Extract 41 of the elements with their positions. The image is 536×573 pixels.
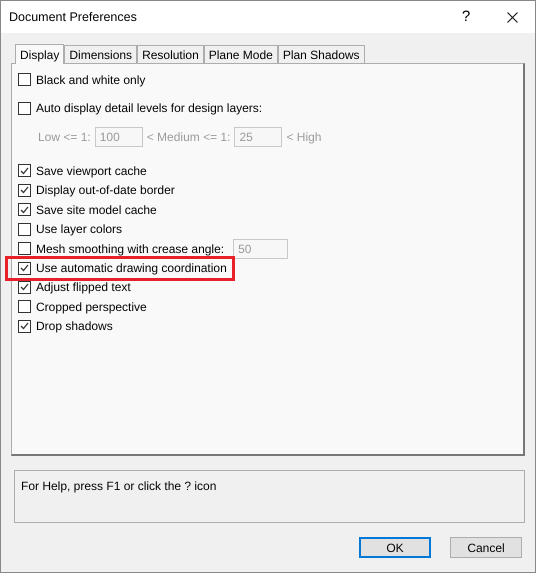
checkbox[interactable]	[18, 102, 31, 115]
checkbox[interactable]	[18, 184, 31, 197]
help-button[interactable]: ?	[443, 1, 489, 33]
checkbox-label: Black and white only	[36, 72, 146, 89]
window-title: Document Preferences	[8, 8, 138, 26]
checkbox[interactable]	[18, 262, 31, 274]
checkbox-label: Cropped perspective	[36, 298, 147, 316]
low-label: Low <= 1:	[38, 129, 91, 146]
checkbox-label: Save viewport cache	[36, 162, 147, 180]
high-label: < High	[286, 129, 322, 146]
medium-label: < Medium <= 1:	[146, 129, 230, 146]
checkmark-icon	[20, 186, 29, 194]
dialog-button[interactable]: OK	[359, 537, 431, 558]
checkbox-label: Use layer colors	[36, 221, 122, 238]
help-text: For Help, press F1 or click the ? icon	[21, 479, 216, 493]
checkbox-label: Auto display detail levels for design layers:	[36, 100, 262, 118]
checkbox[interactable]	[18, 222, 31, 236]
tab[interactable]: Plan Shadows	[278, 45, 365, 63]
checkmark-icon	[20, 283, 29, 292]
checkbox[interactable]	[18, 73, 31, 86]
dialog-button[interactable]: Cancel	[450, 537, 522, 558]
checkbox-label: Save site model cache	[36, 202, 157, 219]
checkbox[interactable]	[18, 280, 31, 294]
checkbox-label: Display out-of-date border	[36, 182, 175, 200]
tab[interactable]: Dimensions	[64, 45, 138, 63]
checkbox[interactable]	[18, 164, 31, 178]
checkbox[interactable]	[18, 300, 31, 314]
checkbox-label: Adjust flipped text	[36, 279, 131, 296]
checkbox-label: Drop shadows	[36, 318, 113, 336]
checkbox[interactable]	[18, 203, 31, 216]
checkbox-label: Mesh smoothing with crease angle:	[36, 240, 224, 258]
checkmark-icon	[20, 206, 29, 214]
checkmark-icon	[20, 322, 29, 330]
checkbox-label: Use automatic drawing coordination	[36, 260, 227, 277]
tab[interactable]: Plane Mode	[204, 45, 278, 63]
tab[interactable]: Resolution	[137, 45, 204, 63]
close-icon	[506, 12, 518, 22]
checkbox[interactable]	[18, 320, 31, 333]
checkmark-icon	[20, 264, 29, 272]
checkmark-icon	[20, 166, 29, 175]
tab[interactable]: Display	[15, 44, 64, 64]
